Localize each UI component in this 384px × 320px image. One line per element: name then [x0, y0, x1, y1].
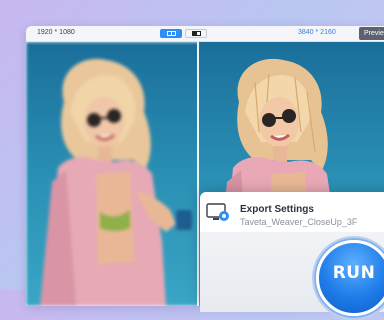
view-mode-toggle [160, 29, 208, 39]
export-settings-title: Export Settings [240, 204, 314, 215]
export-settings-icon[interactable] [206, 201, 230, 223]
split-view-button[interactable] [160, 29, 182, 38]
side-by-side-view-button[interactable] [185, 29, 207, 38]
compare-toolbar: 1920 * 1080 3840 * 2160 Previe [26, 26, 384, 42]
original-preview-pane [26, 42, 197, 306]
export-filename: Taveta_Weaver_CloseUp_3F [240, 217, 358, 227]
source-resolution-label: 1920 * 1080 [37, 29, 75, 36]
preview-button[interactable]: Previe [359, 27, 384, 40]
run-button[interactable]: RUN [316, 240, 384, 316]
split-view-icon [166, 31, 176, 36]
original-photo [26, 42, 197, 306]
run-button-label: RUN [332, 263, 376, 283]
side-by-side-icon [191, 31, 201, 36]
output-resolution-label: 3840 * 2160 [298, 29, 336, 36]
